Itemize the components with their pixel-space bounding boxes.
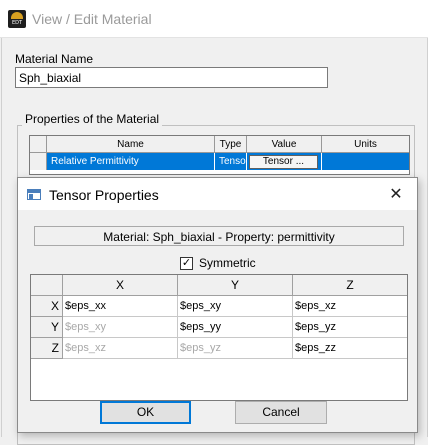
tensor-edit-button[interactable]: Tensor ...	[249, 155, 318, 169]
window-icon	[27, 189, 41, 200]
dialog-title: Tensor Properties	[49, 187, 159, 203]
material-name-input[interactable]: Sph_biaxial	[15, 67, 328, 88]
properties-table: Name Type Value Units Relative Permittiv…	[29, 135, 410, 175]
tensor-cell-xx[interactable]: $eps_xx	[63, 296, 178, 317]
column-header-value[interactable]: Value	[247, 136, 322, 153]
properties-group-label: Properties of the Material	[22, 112, 163, 126]
column-header-type[interactable]: Type	[215, 136, 247, 153]
column-header-z[interactable]: Z	[293, 275, 407, 296]
properties-table-corner	[30, 136, 47, 153]
column-header-y[interactable]: Y	[178, 275, 293, 296]
tensor-cell-zy: $eps_yz	[178, 338, 293, 359]
material-property-info: Material: Sph_biaxial - Property: permit…	[34, 226, 404, 246]
row-header-z[interactable]: Z	[31, 338, 63, 359]
window-title: View / Edit Material	[32, 11, 152, 27]
close-icon[interactable]: ✕	[386, 185, 406, 205]
column-header-units[interactable]: Units	[322, 136, 409, 153]
tensor-cell-yy[interactable]: $eps_yy	[178, 317, 293, 338]
tensor-grid-corner	[31, 275, 63, 296]
column-header-name[interactable]: Name	[47, 136, 215, 153]
tensor-cell-zx: $eps_xz	[63, 338, 178, 359]
property-type-cell[interactable]: Tensor	[215, 153, 247, 170]
symmetric-label[interactable]: Symmetric	[199, 256, 256, 271]
row-header-x[interactable]: X	[31, 296, 63, 317]
column-header-x[interactable]: X	[63, 275, 178, 296]
cancel-button[interactable]: Cancel	[235, 401, 327, 424]
tensor-cell-yz[interactable]: $eps_yz	[293, 317, 407, 338]
material-name-label: Material Name	[15, 52, 94, 66]
property-units-cell[interactable]	[322, 153, 409, 170]
tensor-cell-yx: $eps_xy	[63, 317, 178, 338]
tensor-cell-xy[interactable]: $eps_xy	[178, 296, 293, 317]
row-header-y[interactable]: Y	[31, 317, 63, 338]
ok-button[interactable]: OK	[100, 401, 191, 424]
property-name-cell[interactable]: Relative Permittivity	[47, 153, 215, 170]
tensor-grid: X Y Z X $eps_xx $eps_xy $eps_xz Y $eps_x…	[30, 274, 408, 401]
tensor-cell-zz[interactable]: $eps_zz	[293, 338, 407, 359]
symmetric-checkbox[interactable]: ✓	[180, 257, 193, 270]
row-header[interactable]	[30, 153, 47, 170]
tensor-cell-xz[interactable]: $eps_xz	[293, 296, 407, 317]
app-logo-icon: EDT	[8, 10, 26, 28]
